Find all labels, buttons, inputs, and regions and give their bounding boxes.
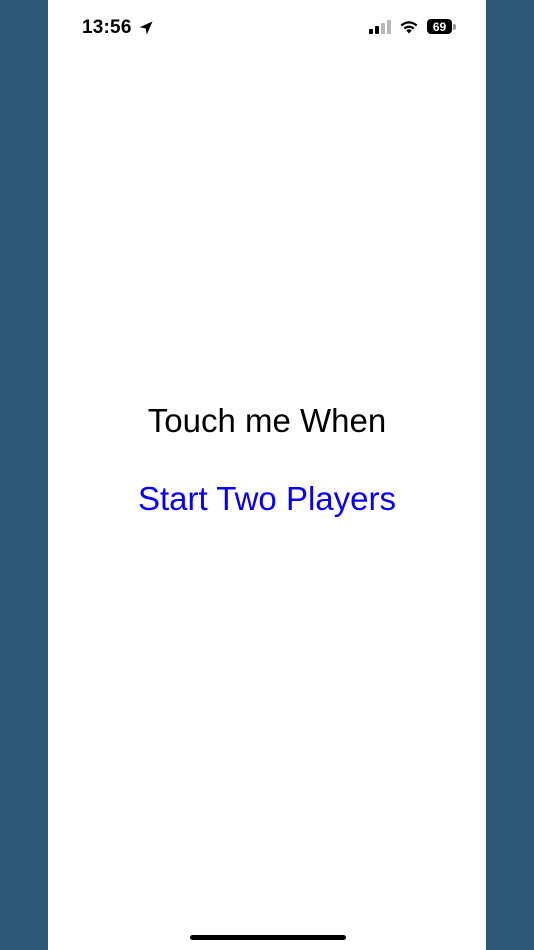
battery-tip xyxy=(453,23,456,30)
start-two-players-link[interactable]: Start Two Players xyxy=(48,480,486,518)
battery-icon: 69 xyxy=(427,19,456,34)
status-time: 13:56 xyxy=(82,17,132,38)
touch-prompt-label: Touch me When xyxy=(147,402,387,439)
home-indicator[interactable] xyxy=(190,935,346,940)
status-right-icons: 69 xyxy=(369,19,456,34)
status-bar: 13:56 69 xyxy=(48,0,486,58)
battery-level: 69 xyxy=(427,19,452,34)
wifi-icon xyxy=(399,19,419,34)
location-arrow-icon xyxy=(138,20,154,36)
status-time-group: 13:56 xyxy=(82,17,154,39)
app-screen: 13:56 69 Touch me When Start Two Players xyxy=(48,0,486,950)
cellular-signal-icon xyxy=(369,19,391,34)
